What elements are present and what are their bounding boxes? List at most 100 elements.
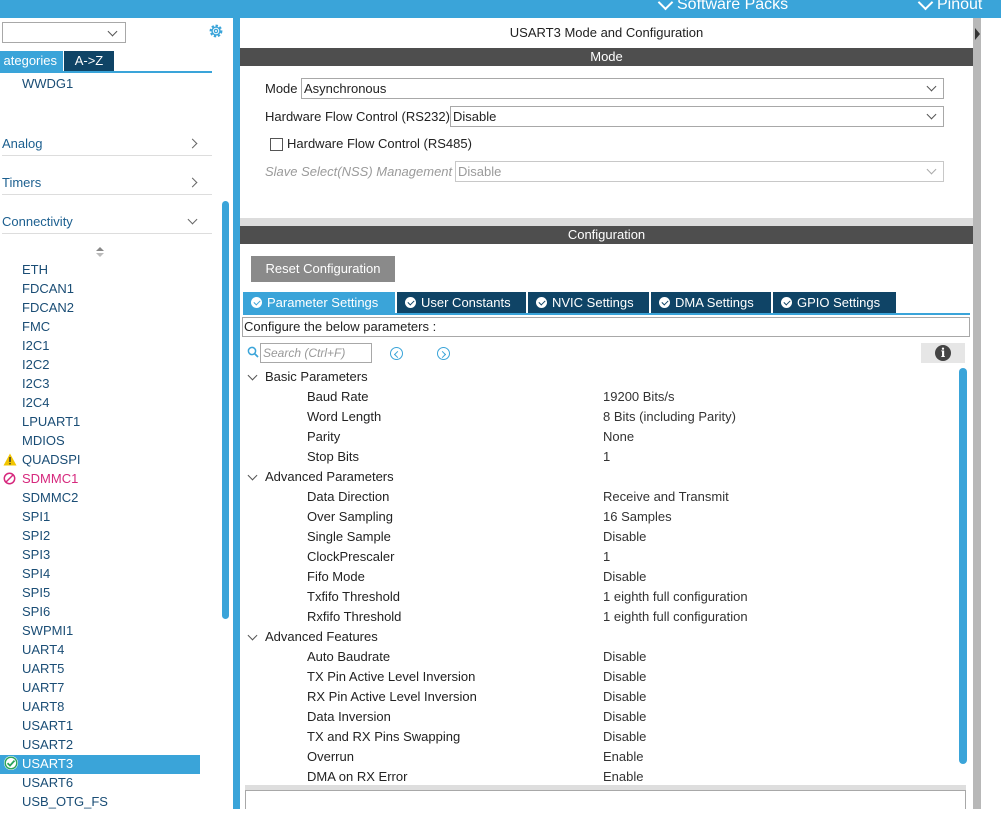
peripheral-item[interactable]: I2C1: [22, 336, 49, 355]
category-filter-select[interactable]: [2, 22, 126, 43]
parameter-name[interactable]: TX Pin Active Level Inversion: [307, 667, 475, 687]
chevron-down-icon[interactable]: [247, 470, 258, 481]
peripheral-item[interactable]: SWPMI1: [22, 621, 73, 640]
hw-flow-rs485-checkbox[interactable]: [270, 138, 283, 151]
category-timers[interactable]: Timers: [2, 172, 212, 195]
parameter-value[interactable]: 19200 Bits/s: [603, 387, 675, 407]
parameter-name[interactable]: Fifo Mode: [307, 567, 365, 587]
parameter-name[interactable]: Overrun: [307, 747, 354, 767]
parameter-group-title[interactable]: Advanced Parameters: [265, 467, 394, 487]
peripheral-item[interactable]: I2C3: [22, 374, 49, 393]
peripheral-item[interactable]: UART4: [22, 640, 64, 659]
parameter-value[interactable]: 1: [603, 547, 610, 567]
parameter-value[interactable]: None: [603, 427, 634, 447]
search-input[interactable]: Search (Ctrl+F): [260, 343, 372, 363]
tab-a-to-z[interactable]: A->Z: [64, 51, 114, 71]
parameter-group-title[interactable]: Basic Parameters: [265, 367, 368, 387]
peripheral-item[interactable]: SDMMC2: [22, 488, 78, 507]
peripheral-item[interactable]: I2C2: [22, 355, 49, 374]
peripheral-item[interactable]: LPUART1: [22, 412, 80, 431]
slave-select-select[interactable]: Disable: [455, 161, 944, 182]
reset-configuration-button[interactable]: Reset Configuration: [251, 256, 395, 282]
peripheral-item[interactable]: UART5: [22, 659, 64, 678]
parameter-name[interactable]: ClockPrescaler: [307, 547, 394, 567]
parameter-name[interactable]: Over Sampling: [307, 507, 393, 527]
collapse-arrow-icon[interactable]: [975, 28, 980, 40]
peripheral-item[interactable]: I2C4: [22, 393, 49, 412]
parameter-value[interactable]: Disable: [603, 727, 646, 747]
peripheral-item[interactable]: SDMMC1: [22, 469, 78, 488]
parameter-value[interactable]: Enable: [603, 767, 643, 787]
peripheral-item[interactable]: SPI1: [22, 507, 50, 526]
hw-flow-rs232-select[interactable]: Disable: [450, 106, 944, 127]
peripheral-item[interactable]: SPI6: [22, 602, 50, 621]
peripheral-item[interactable]: SPI5: [22, 583, 50, 602]
sort-icon[interactable]: [95, 246, 105, 258]
parameter-name[interactable]: Rxfifo Threshold: [307, 607, 401, 627]
parameter-scrollbar-thumb[interactable]: [959, 368, 967, 764]
parameter-value[interactable]: 1: [603, 447, 610, 467]
parameter-value[interactable]: Receive and Transmit: [603, 487, 729, 507]
parameter-name[interactable]: Data Direction: [307, 487, 389, 507]
parameter-name[interactable]: Auto Baudrate: [307, 647, 390, 667]
search-next-button[interactable]: [437, 347, 450, 360]
parameter-name[interactable]: Txfifo Threshold: [307, 587, 400, 607]
chevron-down-icon[interactable]: [247, 370, 258, 381]
chevron-down-icon[interactable]: [247, 630, 258, 641]
tab-categories[interactable]: ategories: [0, 51, 63, 71]
parameter-name[interactable]: RX Pin Active Level Inversion: [307, 687, 477, 707]
info-icon[interactable]: i: [935, 345, 951, 361]
peripheral-item[interactable]: USB_OTG_FS: [22, 792, 108, 811]
peripheral-item[interactable]: ETH: [22, 260, 48, 279]
category-connectivity[interactable]: Connectivity: [2, 211, 212, 234]
panel-splitter[interactable]: [233, 18, 240, 809]
peripheral-item[interactable]: FDCAN1: [22, 279, 74, 298]
left-scrollbar-thumb[interactable]: [222, 201, 229, 619]
parameter-value[interactable]: Disable: [603, 567, 646, 587]
tab-parameter-settings[interactable]: Parameter Settings: [243, 292, 395, 313]
peripheral-item[interactable]: USART1: [22, 716, 73, 735]
parameter-value[interactable]: Disable: [603, 647, 646, 667]
pinout-menu[interactable]: Pinout: [917, 0, 982, 14]
parameter-value[interactable]: Disable: [603, 687, 646, 707]
peripheral-item[interactable]: UART8: [22, 697, 64, 716]
peripheral-item[interactable]: FDCAN2: [22, 298, 74, 317]
tab-nvic-settings[interactable]: NVIC Settings: [528, 292, 649, 313]
peripheral-item[interactable]: SPI2: [22, 526, 50, 545]
parameter-value[interactable]: 1 eighth full configuration: [603, 607, 748, 627]
mode-select[interactable]: Asynchronous: [301, 78, 944, 99]
parameter-name[interactable]: Single Sample: [307, 527, 391, 547]
tab-gpio-settings[interactable]: GPIO Settings: [773, 292, 896, 313]
software-packs-menu[interactable]: Software Packs: [657, 0, 788, 14]
peripheral-item[interactable]: FMC: [22, 317, 50, 336]
parameter-value[interactable]: 1 eighth full configuration: [603, 587, 748, 607]
peripheral-item[interactable]: MDIOS: [22, 431, 65, 450]
parameter-name[interactable]: Stop Bits: [307, 447, 359, 467]
peripheral-item[interactable]: WWDG1: [22, 74, 73, 93]
tab-dma-settings[interactable]: DMA Settings: [651, 292, 771, 313]
parameter-value[interactable]: 16 Samples: [603, 507, 672, 527]
parameter-group-title[interactable]: Advanced Features: [265, 627, 378, 647]
parameter-name[interactable]: Data Inversion: [307, 707, 391, 727]
peripheral-item[interactable]: SPI3: [22, 545, 50, 564]
parameter-name[interactable]: DMA on RX Error: [307, 767, 407, 787]
category-analog[interactable]: Analog: [2, 133, 212, 156]
parameter-value[interactable]: Disable: [603, 707, 646, 727]
parameter-value[interactable]: Enable: [603, 747, 643, 767]
parameter-name[interactable]: Word Length: [307, 407, 381, 427]
parameter-name[interactable]: TX and RX Pins Swapping: [307, 727, 460, 747]
parameter-value[interactable]: Disable: [603, 527, 646, 547]
peripheral-item[interactable]: USART6: [22, 773, 73, 792]
parameter-value[interactable]: Disable: [603, 667, 646, 687]
parameter-name[interactable]: Baud Rate: [307, 387, 368, 407]
parameter-value[interactable]: 8 Bits (including Parity): [603, 407, 736, 427]
gear-icon[interactable]: [207, 22, 225, 40]
peripheral-item[interactable]: UART7: [22, 678, 64, 697]
peripheral-item[interactable]: USART3: [22, 754, 73, 773]
right-panel-splitter[interactable]: [973, 18, 981, 809]
peripheral-item[interactable]: USART2: [22, 735, 73, 754]
parameter-name[interactable]: Parity: [307, 427, 340, 447]
tab-user-constants[interactable]: User Constants: [397, 292, 526, 313]
peripheral-item[interactable]: SPI4: [22, 564, 50, 583]
search-previous-button[interactable]: [390, 347, 403, 360]
